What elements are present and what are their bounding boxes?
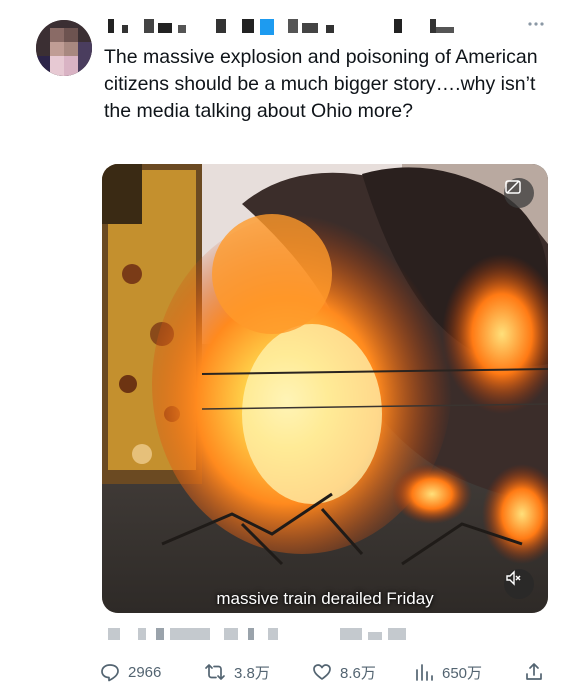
analytics-icon (416, 664, 433, 681)
more-horizontal-icon (528, 22, 544, 26)
gif-toggle-button[interactable] (504, 178, 534, 208)
tweet-card[interactable]: The massive explosion and poisoning of A… (0, 0, 575, 700)
fire-video-frame (102, 164, 548, 613)
share-button[interactable] (524, 660, 552, 684)
reply-icon (101, 664, 119, 682)
gif-icon (505, 180, 521, 194)
reply-count: 2966 (128, 663, 162, 681)
heart-icon (313, 664, 331, 680)
views-button[interactable]: 650万 (414, 660, 482, 684)
tweet-text: The massive explosion and poisoning of A… (104, 46, 544, 122)
timestamp-redacted (108, 626, 428, 642)
like-count: 8.6万 (340, 664, 376, 682)
view-count: 650万 (442, 664, 483, 682)
tweet-actions: 2966 3.8万 8.6万 650万 (100, 660, 550, 684)
more-options-button[interactable] (522, 16, 550, 32)
retweet-count: 3.8万 (234, 664, 270, 682)
speaker-muted-icon (506, 570, 521, 586)
avatar[interactable] (36, 20, 92, 76)
reply-button[interactable]: 2966 (100, 660, 161, 684)
retweet-icon (205, 664, 225, 680)
video-caption: massive train derailed Friday (216, 589, 434, 608)
like-button[interactable]: 8.6万 (312, 660, 376, 684)
author-name-redacted[interactable] (104, 19, 504, 39)
retweet-button[interactable]: 3.8万 (204, 660, 270, 684)
tweet-video[interactable]: massive train derailed Friday (102, 164, 548, 613)
share-icon (526, 663, 542, 680)
unmute-button[interactable] (504, 569, 534, 599)
